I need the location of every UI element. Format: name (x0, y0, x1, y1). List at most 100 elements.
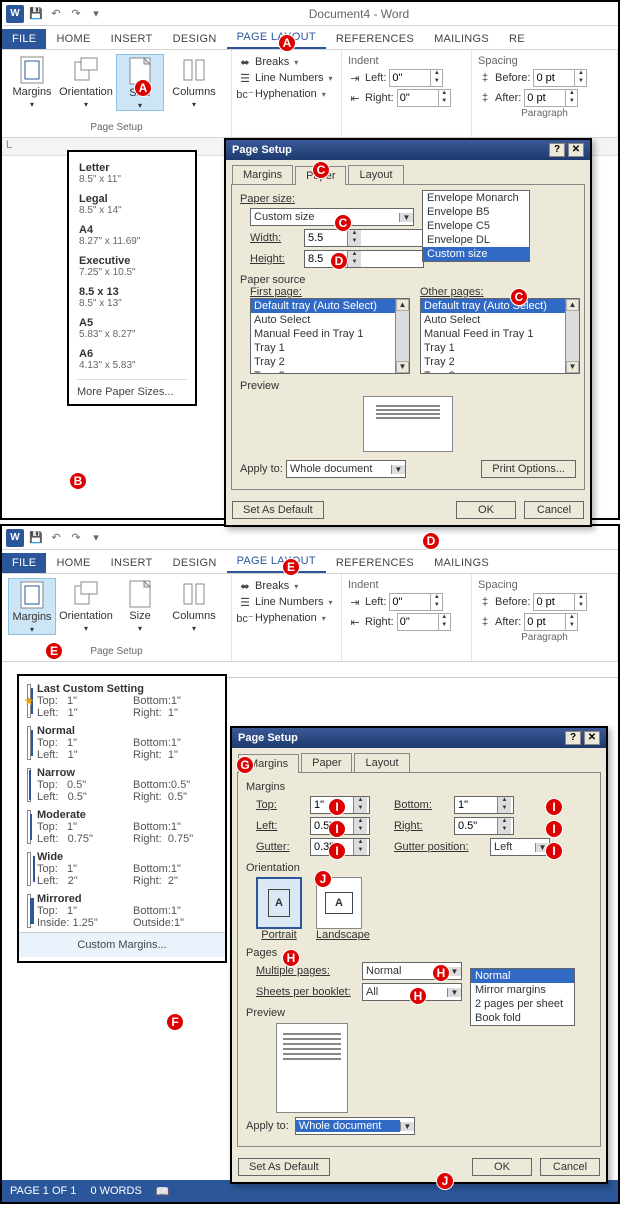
qat-more-icon[interactable]: ▾ (88, 6, 104, 22)
multi-option[interactable]: 2 pages per sheet (471, 997, 574, 1011)
ok-button[interactable]: OK (456, 501, 516, 519)
undo-icon[interactable]: ↶ (48, 6, 64, 22)
tab-mailings[interactable]: MAILINGS (424, 29, 499, 49)
status-words[interactable]: 0 WORDS (90, 1185, 141, 1197)
size-option-letter[interactable]: Letter8.5" x 11" (77, 158, 187, 189)
margin-right-input[interactable]: ▲▼ (454, 817, 514, 835)
tab-file[interactable]: FILE (2, 553, 46, 573)
spacing-before-input[interactable]: ▲▼ (533, 593, 587, 611)
indent-left-input[interactable]: ▲▼ (389, 593, 443, 611)
tab-insert[interactable]: INSERT (101, 553, 163, 573)
size-option-a5[interactable]: A55.83" x 8.27" (77, 313, 187, 344)
set-as-default-button[interactable]: Set As Default (238, 1158, 330, 1176)
size-option-legal[interactable]: Legal8.5" x 14" (77, 189, 187, 220)
multi-option[interactable]: Book fold (471, 1011, 574, 1025)
margins-button[interactable]: Margins▾ (8, 578, 56, 635)
size-option-85x13[interactable]: 8.5 x 138.5" x 13" (77, 282, 187, 313)
width-input[interactable]: ▲▼ (304, 229, 424, 247)
tab-mailings[interactable]: MAILINGS (424, 553, 499, 573)
scrollbar[interactable]: ▲▼ (565, 299, 579, 373)
print-options-button[interactable]: Print Options... (481, 460, 576, 478)
status-page[interactable]: PAGE 1 OF 1 (10, 1185, 76, 1197)
tab-file[interactable]: FILE (2, 29, 46, 49)
breaks-button[interactable]: ⬌Breaks (238, 54, 335, 70)
apply-to-combo[interactable]: Whole document▼ (295, 1117, 415, 1135)
size-option[interactable]: Envelope DL (423, 233, 529, 247)
proofing-icon[interactable]: 📖 (156, 1185, 170, 1198)
save-icon[interactable]: 💾 (28, 6, 44, 22)
tab-page-layout[interactable]: PAGE LAYOUT (227, 551, 326, 573)
dialog-tab-layout[interactable]: Layout (348, 165, 403, 184)
indent-right-input[interactable]: ▲▼ (397, 89, 451, 107)
size-option[interactable]: Envelope C5 (423, 219, 529, 233)
height-input[interactable]: ▲▼ (304, 250, 424, 268)
ok-button[interactable]: OK (472, 1158, 532, 1176)
redo-icon[interactable]: ↷ (68, 530, 84, 546)
margin-option-normal[interactable]: NormalTop: 1"Bottom:1"Left: 1"Right: 1" (19, 722, 225, 764)
margin-bottom-input[interactable]: ▲▼ (454, 796, 514, 814)
paper-size-combo[interactable]: Custom size▼ (250, 208, 414, 226)
dialog-tab-margins[interactable]: Margins (232, 165, 293, 184)
cancel-button[interactable]: Cancel (540, 1158, 600, 1176)
margin-option-mirrored[interactable]: MirroredTop: 1"Bottom:1"Inside: 1.25"Out… (19, 890, 225, 932)
columns-button[interactable]: Columns▾ (170, 578, 218, 633)
orientation-button[interactable]: Orientation▾ (62, 578, 110, 633)
dialog-help-button[interactable]: ? (549, 143, 565, 157)
size-option[interactable]: Envelope Monarch (423, 191, 529, 205)
dialog-help-button[interactable]: ? (565, 731, 581, 745)
badge-H: H (409, 987, 427, 1005)
dialog-close-button[interactable]: ✕ (584, 731, 600, 745)
margin-option-last[interactable]: ★Last Custom SettingTop: 1"Bottom:1"Left… (19, 680, 225, 722)
dialog-tab-paper[interactable]: Paper (301, 753, 352, 772)
size-option-a6[interactable]: A64.13" x 5.83" (77, 344, 187, 375)
tab-design[interactable]: DESIGN (163, 29, 227, 49)
tab-insert[interactable]: INSERT (101, 29, 163, 49)
size-option-executive[interactable]: Executive7.25" x 10.5" (77, 251, 187, 282)
scrollbar[interactable]: ▲▼ (395, 299, 409, 373)
margin-option-narrow[interactable]: NarrowTop: 0.5"Bottom:0.5"Left: 0.5"Righ… (19, 764, 225, 806)
spacing-after-input[interactable]: ▲▼ (524, 89, 578, 107)
orientation-button[interactable]: Orientation▾ (62, 54, 110, 109)
multi-option[interactable]: Normal (471, 969, 574, 983)
tab-references[interactable]: REFERENCES (326, 29, 424, 49)
breaks-button[interactable]: ⬌Breaks (238, 578, 335, 594)
size-option-selected[interactable]: Custom size (423, 247, 529, 261)
cancel-button[interactable]: Cancel (524, 501, 584, 519)
tab-references[interactable]: REFERENCES (326, 553, 424, 573)
tab-page-layout[interactable]: PAGE LAYOUT (227, 27, 326, 49)
margin-option-moderate[interactable]: ModerateTop: 1"Bottom:1"Left: 0.75"Right… (19, 806, 225, 848)
apply-to-combo[interactable]: Whole document▼ (286, 460, 406, 478)
set-as-default-button[interactable]: Set As Default (232, 501, 324, 519)
save-icon[interactable]: 💾 (28, 530, 44, 546)
first-page-list[interactable]: Default tray (Auto Select) Auto Select M… (250, 298, 410, 374)
indent-right-input[interactable]: ▲▼ (397, 613, 451, 631)
qat-more-icon[interactable]: ▾ (88, 530, 104, 546)
redo-icon[interactable]: ↷ (68, 6, 84, 22)
portrait-option[interactable]: A (256, 877, 302, 929)
margin-option-wide[interactable]: WideTop: 1"Bottom:1"Left: 2"Right: 2" (19, 848, 225, 890)
hyphenation-button[interactable]: bc⁻Hyphenation (238, 86, 335, 102)
tab-home[interactable]: HOME (46, 29, 100, 49)
size-option-a4[interactable]: A48.27" x 11.69" (77, 220, 187, 251)
more-paper-sizes[interactable]: More Paper Sizes... (77, 379, 187, 398)
line-numbers-button[interactable]: ☰Line Numbers (238, 70, 335, 86)
spacing-after-input[interactable]: ▲▼ (524, 613, 578, 631)
spacing-before-input[interactable]: ▲▼ (533, 69, 587, 87)
undo-icon[interactable]: ↶ (48, 530, 64, 546)
hyphenation-button[interactable]: bc⁻Hyphenation (238, 610, 335, 626)
gutter-position-combo[interactable]: Left▼ (490, 838, 550, 856)
size-button[interactable]: Size▾ (116, 578, 164, 633)
other-pages-list[interactable]: Default tray (Auto Select) Auto Select M… (420, 298, 580, 374)
custom-margins[interactable]: Custom Margins... (19, 932, 225, 957)
tab-design[interactable]: DESIGN (163, 553, 227, 573)
size-option[interactable]: Envelope B5 (423, 205, 529, 219)
dialog-tab-layout[interactable]: Layout (354, 753, 409, 772)
multi-option[interactable]: Mirror margins (471, 983, 574, 997)
tab-review[interactable]: RE (499, 29, 535, 49)
tab-home[interactable]: HOME (46, 553, 100, 573)
columns-button[interactable]: Columns▾ (170, 54, 218, 109)
dialog-close-button[interactable]: ✕ (568, 143, 584, 157)
indent-left-input[interactable]: ▲▼ (389, 69, 443, 87)
margins-button[interactable]: Margins▾ (8, 54, 56, 109)
line-numbers-button[interactable]: ☰Line Numbers (238, 594, 335, 610)
